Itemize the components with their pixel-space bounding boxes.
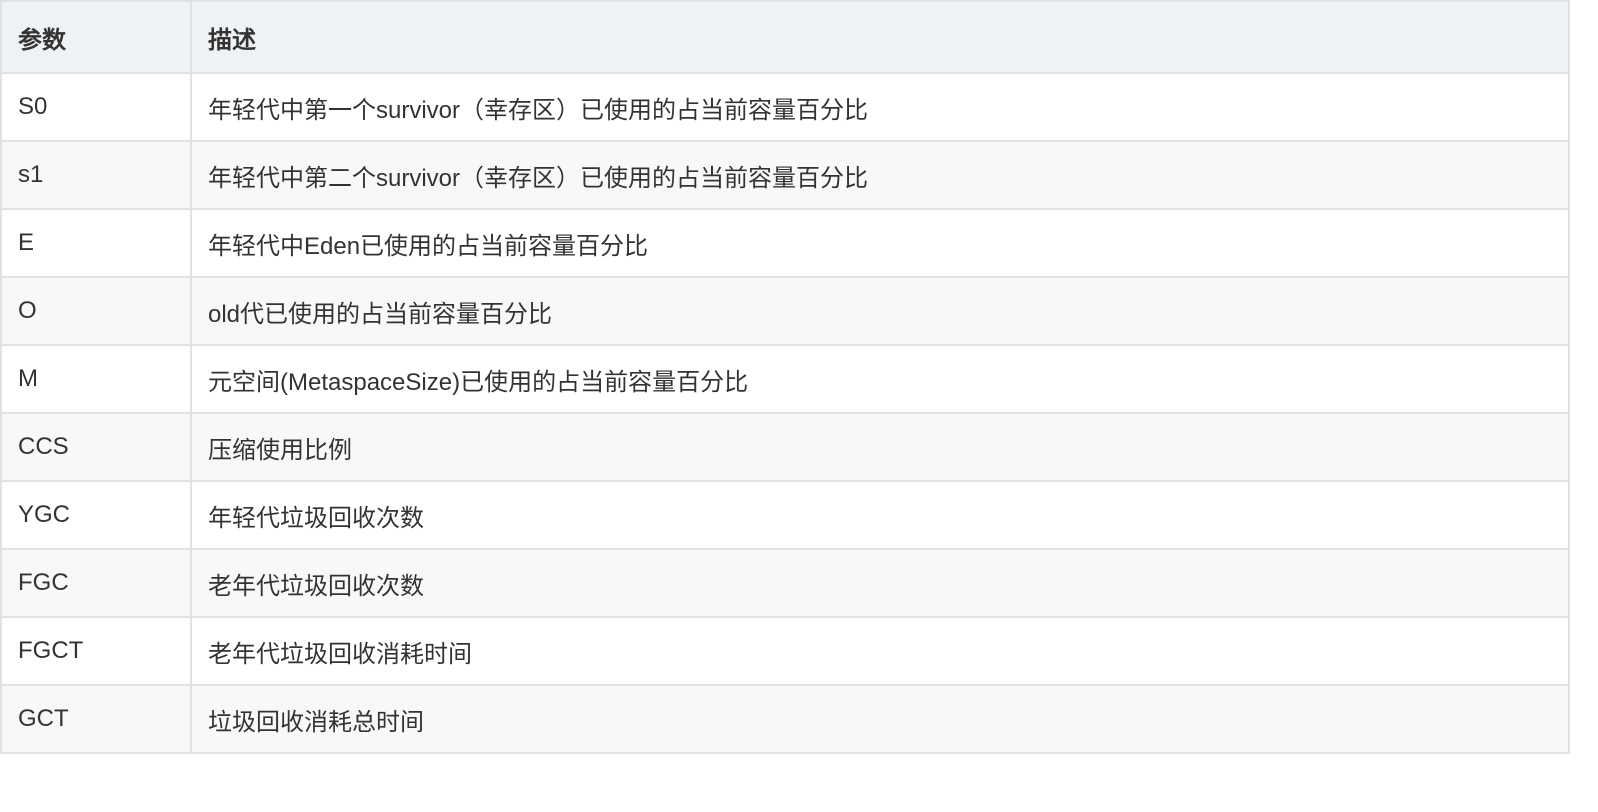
cell-param: YGC [0, 480, 192, 550]
header-description: 描述 [190, 0, 1570, 74]
cell-param: s1 [0, 140, 192, 210]
cell-description: 垃圾回收消耗总时间 [190, 684, 1570, 754]
table-row: YGC 年轻代垃圾回收次数 [0, 480, 1570, 550]
cell-param: E [0, 208, 192, 278]
cell-param: S0 [0, 72, 192, 142]
cell-description: 老年代垃圾回收次数 [190, 548, 1570, 618]
cell-description: 年轻代中Eden已使用的占当前容量百分比 [190, 208, 1570, 278]
cell-description: old代已使用的占当前容量百分比 [190, 276, 1570, 346]
cell-param: M [0, 344, 192, 414]
cell-param: O [0, 276, 192, 346]
table-row: S0 年轻代中第一个survivor（幸存区）已使用的占当前容量百分比 [0, 72, 1570, 142]
parameter-table-container: 参数 描述 S0 年轻代中第一个survivor（幸存区）已使用的占当前容量百分… [0, 0, 1570, 754]
cell-param: GCT [0, 684, 192, 754]
table-row: GCT 垃圾回收消耗总时间 [0, 684, 1570, 754]
cell-description: 年轻代中第二个survivor（幸存区）已使用的占当前容量百分比 [190, 140, 1570, 210]
parameter-table: 参数 描述 S0 年轻代中第一个survivor（幸存区）已使用的占当前容量百分… [0, 0, 1570, 754]
cell-param: FGC [0, 548, 192, 618]
table-row: O old代已使用的占当前容量百分比 [0, 276, 1570, 346]
table-row: FGC 老年代垃圾回收次数 [0, 548, 1570, 618]
header-param: 参数 [0, 0, 192, 74]
cell-description: 老年代垃圾回收消耗时间 [190, 616, 1570, 686]
cell-param: CCS [0, 412, 192, 482]
table-row: CCS 压缩使用比例 [0, 412, 1570, 482]
table-row: M 元空间(MetaspaceSize)已使用的占当前容量百分比 [0, 344, 1570, 414]
table-row: E 年轻代中Eden已使用的占当前容量百分比 [0, 208, 1570, 278]
table-row: s1 年轻代中第二个survivor（幸存区）已使用的占当前容量百分比 [0, 140, 1570, 210]
cell-description: 压缩使用比例 [190, 412, 1570, 482]
cell-description: 年轻代垃圾回收次数 [190, 480, 1570, 550]
cell-description: 年轻代中第一个survivor（幸存区）已使用的占当前容量百分比 [190, 72, 1570, 142]
table-row: FGCT 老年代垃圾回收消耗时间 [0, 616, 1570, 686]
cell-description: 元空间(MetaspaceSize)已使用的占当前容量百分比 [190, 344, 1570, 414]
cell-param: FGCT [0, 616, 192, 686]
table-header-row: 参数 描述 [0, 0, 1570, 74]
